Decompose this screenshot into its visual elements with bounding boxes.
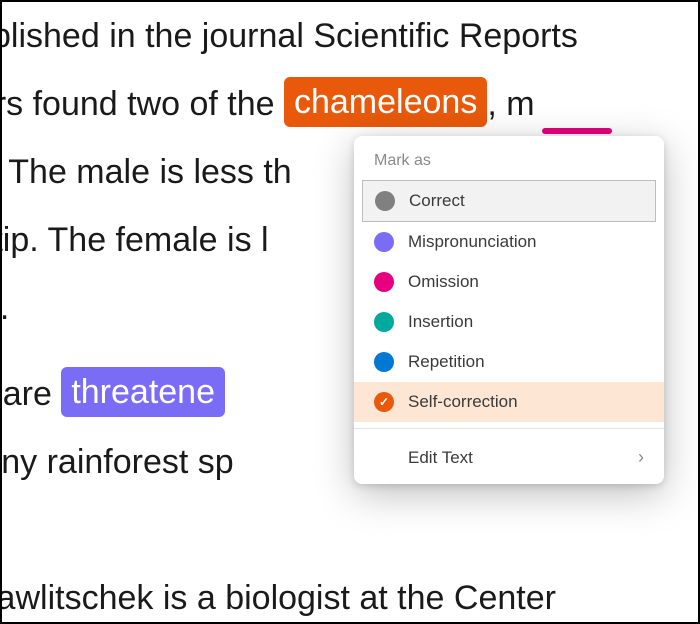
- mark-mispronunciation-option[interactable]: Mispronunciation: [354, 222, 664, 262]
- text-fragment: many rainforest sp: [2, 443, 234, 481]
- menu-label: Insertion: [408, 312, 473, 332]
- check-icon: ✓: [374, 392, 394, 412]
- text-fragment: ng.: [2, 289, 9, 327]
- mark-repetition-option[interactable]: Repetition: [354, 342, 664, 382]
- text-line: blished in the journal Scientific Report…: [2, 2, 698, 70]
- menu-label: Omission: [408, 272, 479, 292]
- dot-icon: [375, 191, 395, 211]
- text-fragment: chers found two of the: [2, 85, 284, 123]
- dot-icon: [374, 272, 394, 292]
- edit-text-option[interactable]: Edit Text ›: [354, 435, 664, 480]
- text-line: Hawlitschek is a biologist at the Center: [2, 564, 698, 622]
- mark-self-correction-option[interactable]: ✓ Self-correction: [354, 382, 664, 422]
- highlighted-word-threatene[interactable]: threatene: [61, 367, 225, 417]
- dot-icon: [374, 312, 394, 332]
- mark-as-popover: Mark as Correct Mispronunciation Omissio…: [354, 136, 664, 484]
- text-fragment: rtip. The female is l: [2, 221, 269, 259]
- menu-label: Edit Text: [408, 448, 473, 468]
- mark-omission-option[interactable]: Omission: [354, 262, 664, 302]
- dot-icon: [374, 352, 394, 372]
- text-fragment: . The male is less th: [2, 153, 292, 191]
- menu-label: Correct: [409, 191, 465, 211]
- text-fragment: blished in the journal Scientific Report…: [2, 17, 578, 55]
- popover-header: Mark as: [354, 148, 664, 180]
- text-fragment: , m: [487, 85, 534, 123]
- dot-icon: [374, 232, 394, 252]
- mark-insertion-option[interactable]: Insertion: [354, 302, 664, 342]
- mark-correct-option[interactable]: Correct: [362, 180, 656, 222]
- chevron-right-icon: ›: [638, 447, 644, 468]
- menu-label: Repetition: [408, 352, 485, 372]
- omission-marker[interactable]: [542, 128, 612, 134]
- text-fragment: leons are: [2, 375, 61, 413]
- text-fragment: Hawlitschek is a biologist at the Center: [2, 579, 556, 617]
- menu-label: Self-correction: [408, 392, 518, 412]
- divider: [354, 428, 664, 429]
- menu-label: Mispronunciation: [408, 232, 537, 252]
- highlighted-word-chameleons[interactable]: chameleons: [284, 77, 487, 127]
